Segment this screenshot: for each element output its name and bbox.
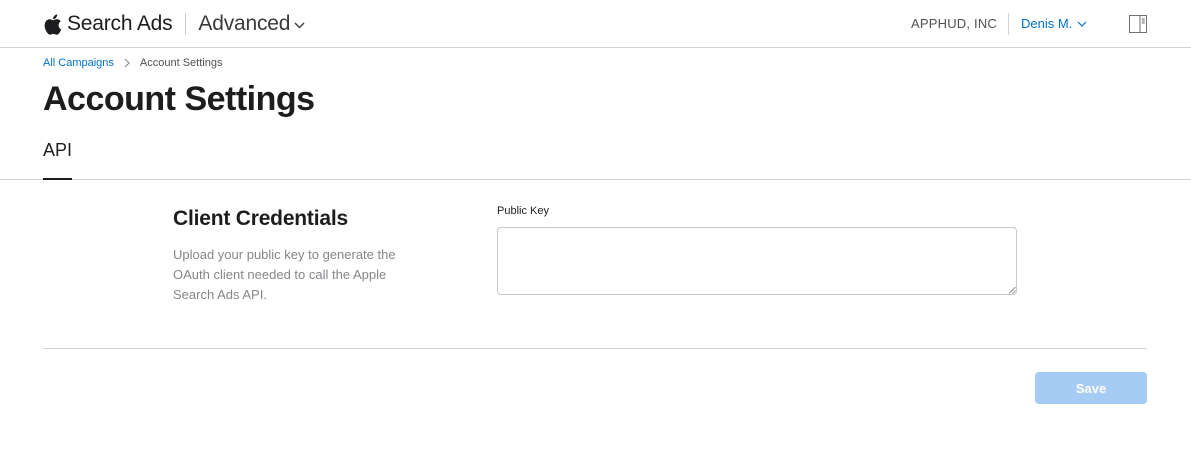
brand-name: Search Ads xyxy=(67,12,173,35)
breadcrumb-all-campaigns[interactable]: All Campaigns xyxy=(43,57,114,69)
tab-bar: API xyxy=(0,136,1191,180)
mode-label: Advanced xyxy=(198,12,291,35)
header-divider xyxy=(1008,13,1009,35)
brand-divider xyxy=(185,13,187,35)
public-key-field[interactable] xyxy=(497,227,1017,295)
user-menu[interactable]: Denis M. xyxy=(1021,16,1087,31)
tab-api[interactable]: API xyxy=(43,140,72,161)
panel-icon[interactable] xyxy=(1129,15,1147,33)
org-name: APPHUD, INC xyxy=(911,16,997,31)
public-key-label: Public Key xyxy=(497,205,549,217)
brand: Search Ads Advanced xyxy=(43,10,305,38)
footer-divider xyxy=(43,348,1147,349)
breadcrumb-current: Account Settings xyxy=(139,57,223,69)
chevron-down-icon xyxy=(1077,21,1087,27)
client-credentials-description: Upload your public key to generate the O… xyxy=(173,247,396,302)
client-credentials-title: Client Credentials xyxy=(173,207,348,230)
active-tab-indicator xyxy=(43,178,72,180)
breadcrumb: All Campaigns Account Settings xyxy=(43,57,222,69)
resize-handle-icon[interactable] xyxy=(1008,286,1016,294)
page-title: Account Settings xyxy=(43,80,315,118)
chevron-right-icon xyxy=(124,58,130,68)
apple-logo-icon xyxy=(44,13,62,35)
chevron-down-icon xyxy=(294,22,305,29)
save-button[interactable]: Save xyxy=(1035,372,1147,404)
mode-switcher[interactable]: Advanced xyxy=(198,12,305,36)
user-name: Denis M. xyxy=(1021,16,1073,31)
top-bar: Search Ads Advanced APPHUD, INC Denis M. xyxy=(0,0,1191,48)
